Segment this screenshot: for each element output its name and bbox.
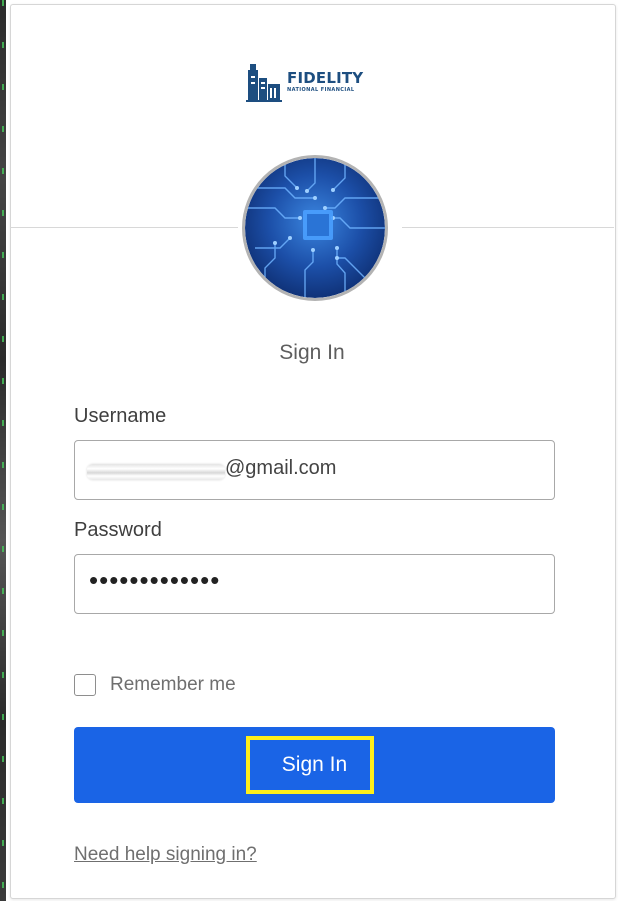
- redaction-mark: [87, 464, 225, 480]
- avatar: [242, 155, 388, 301]
- username-value: @gmail.com: [225, 457, 337, 479]
- logo-subtitle: NATIONAL FINANCIAL: [287, 87, 355, 93]
- sign-in-button-label: Sign In: [281, 753, 348, 776]
- password-label: Password: [74, 519, 162, 541]
- sign-in-button[interactable]: Sign In: [74, 727, 555, 803]
- username-label: Username: [74, 405, 167, 427]
- need-help-link[interactable]: Need help signing in?: [74, 844, 257, 866]
- page-title: Sign In: [279, 341, 345, 364]
- screen: FIDELITY NATIONAL FINANCIAL Sign In User…: [0, 0, 618, 901]
- header-divider-right: [402, 227, 614, 228]
- remember-me-label[interactable]: Remember me: [110, 674, 236, 696]
- username-input[interactable]: @gmail.com: [74, 440, 555, 500]
- logo-wordmark: FIDELITY: [287, 69, 364, 87]
- background-strip: [0, 0, 6, 901]
- building-icon: [246, 64, 282, 102]
- password-value: •••••••••••••: [89, 565, 221, 595]
- brand-logo: FIDELITY NATIONAL FINANCIAL: [244, 58, 372, 106]
- remember-me-checkbox[interactable]: [74, 674, 96, 696]
- password-input[interactable]: •••••••••••••: [74, 554, 555, 614]
- circuit-board-image: [245, 158, 385, 298]
- header-divider-left: [10, 227, 238, 228]
